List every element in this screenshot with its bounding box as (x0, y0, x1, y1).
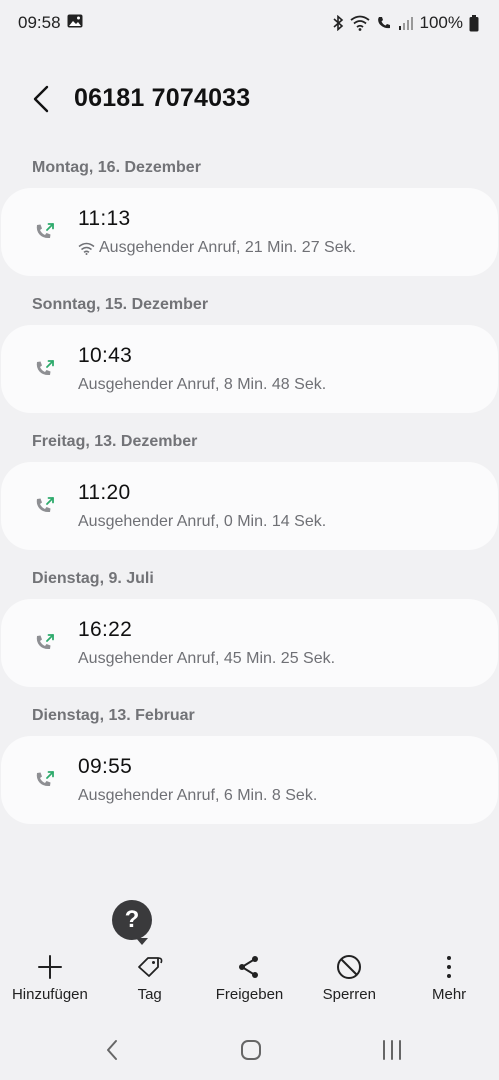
call-detail-text: Ausgehender Anruf, 6 Min. 8 Sek. (78, 787, 318, 804)
group-date-header: Montag, 16. Dezember (32, 159, 201, 176)
nav-home-button[interactable] (231, 1036, 271, 1064)
call-entry[interactable]: 16:22 Ausgehender Anruf, 45 Min. 25 Sek. (1, 599, 498, 687)
status-time: 09:58 (18, 13, 61, 32)
more-button[interactable]: Mehr (399, 950, 499, 1012)
more-label: Mehr (431, 986, 467, 1003)
page-title: 06181 7074033 (74, 84, 251, 112)
outgoing-call-icon (36, 771, 54, 787)
call-detail: Ausgehender Anruf, 6 Min. 8 Sek. (78, 787, 317, 805)
outgoing-call-icon (36, 634, 54, 650)
wifi-calling-icon (349, 15, 370, 31)
bottom-action-bar: Hinzufügen Tag Freigeben Sperren Mehr (0, 950, 499, 1012)
tag-button[interactable]: Tag (100, 950, 200, 1012)
call-detail: Ausgehender Anruf, 0 Min. 14 Sek. (78, 513, 326, 531)
block-label: Sperren (322, 986, 376, 1003)
volte-call-icon (376, 15, 392, 31)
bluetooth-icon (332, 15, 344, 31)
call-entry[interactable]: 09:55 Ausgehender Anruf, 6 Min. 8 Sek. (1, 736, 498, 824)
call-detail-text: Ausgehender Anruf, 45 Min. 25 Sek. (78, 650, 336, 667)
call-detail: Ausgehender Anruf, 45 Min. 25 Sek. (78, 650, 335, 668)
nav-back-button[interactable] (92, 1036, 132, 1064)
nav-recents-button[interactable] (372, 1036, 412, 1064)
call-detail: Ausgehender Anruf, 21 Min. 27 Sek. (78, 239, 356, 257)
call-detail-text: Ausgehender Anruf, 0 Min. 14 Sek. (78, 513, 327, 530)
outgoing-call-icon (36, 497, 54, 513)
call-history-list: Montag, 16. Dezember 11:13 Ausgehender A… (0, 150, 499, 835)
system-nav-bar (0, 1028, 499, 1072)
group-date-header: Freitag, 13. Dezember (32, 433, 198, 450)
add-label: Hinzufügen (11, 986, 88, 1003)
share-icon (239, 956, 259, 978)
call-entry[interactable]: 11:20 Ausgehender Anruf, 0 Min. 14 Sek. (1, 462, 498, 550)
battery-icon (469, 14, 479, 32)
group-date-header: Dienstag, 13. Februar (32, 707, 195, 724)
header: 06181 7074033 (0, 70, 499, 128)
call-detail: Ausgehender Anruf, 8 Min. 48 Sek. (78, 376, 326, 394)
group-date-header: Dienstag, 9. Juli (32, 570, 154, 587)
nav-back-icon (107, 1040, 117, 1060)
tag-icon (137, 957, 163, 977)
outgoing-call-icon (36, 223, 54, 239)
outgoing-call-icon (36, 360, 54, 376)
signal-icon (398, 16, 414, 30)
call-entry[interactable]: 10:43 Ausgehender Anruf, 8 Min. 48 Sek. (1, 325, 498, 413)
help-label: ? (124, 906, 140, 933)
tag-label: Tag (137, 986, 162, 1003)
status-bar: 09:58 100% (0, 0, 499, 46)
call-time: 11:20 (78, 481, 131, 504)
call-entry[interactable]: 11:13 Ausgehender Anruf, 21 Min. 27 Sek. (1, 188, 498, 276)
more-vertical-icon (447, 956, 452, 978)
wifi-icon (78, 242, 95, 255)
call-time: 10:43 (78, 344, 133, 367)
add-button[interactable]: Hinzufügen (0, 950, 100, 1012)
nav-home-icon (241, 1040, 261, 1060)
help-button[interactable]: ? (112, 900, 152, 945)
block-button[interactable]: Sperren (299, 950, 399, 1012)
call-time: 16:22 (78, 618, 133, 641)
call-time: 11:13 (78, 207, 131, 230)
battery-percent: 100% (419, 13, 463, 32)
call-detail-text: Ausgehender Anruf, 21 Min. 27 Sek. (99, 239, 357, 256)
block-icon (337, 955, 362, 979)
call-detail-text: Ausgehender Anruf, 8 Min. 48 Sek. (78, 376, 327, 393)
call-time: 09:55 (78, 755, 133, 778)
plus-icon (37, 955, 62, 979)
group-date-header: Sonntag, 15. Dezember (32, 296, 209, 313)
chevron-left-icon (33, 85, 49, 113)
nav-recents-icon (383, 1040, 401, 1060)
gallery-notification-icon (67, 13, 83, 33)
share-label: Freigeben (215, 986, 284, 1003)
share-button[interactable]: Freigeben (200, 950, 300, 1012)
back-button[interactable] (26, 82, 56, 116)
